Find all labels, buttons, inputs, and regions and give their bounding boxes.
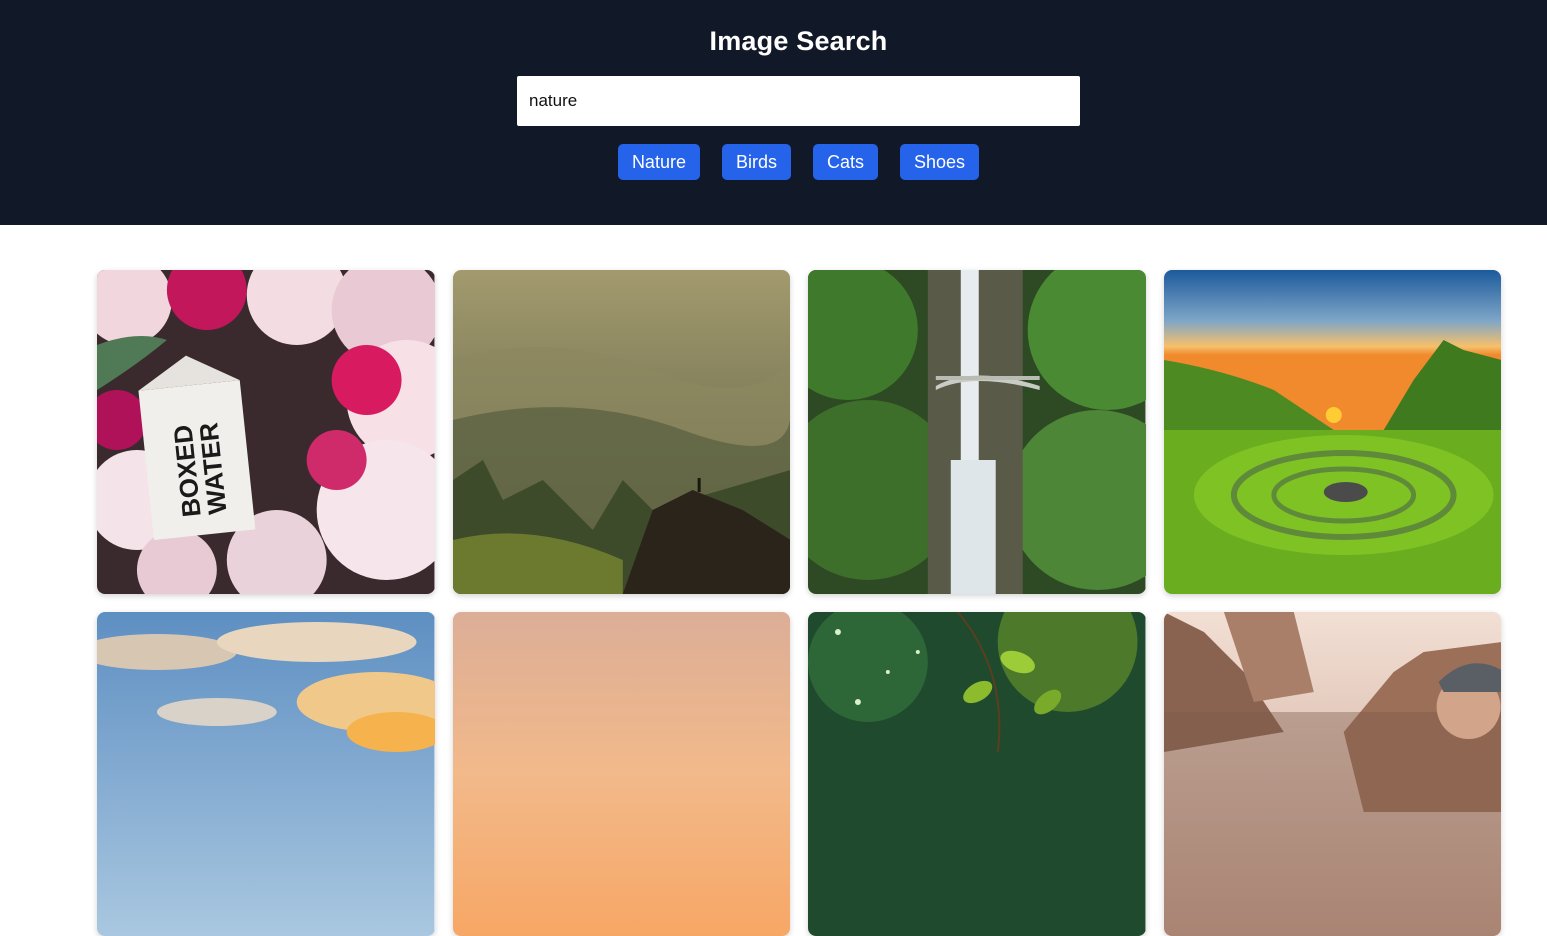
result-image-boxed-water[interactable]: BOXED WATER <box>97 270 435 594</box>
results-grid: BOXED WATER <box>97 270 1501 936</box>
result-image-peach-sky[interactable] <box>452 612 790 936</box>
chip-birds[interactable]: Birds <box>721 144 791 180</box>
page-title: Image Search <box>709 26 888 56</box>
result-image-cliffs-person[interactable] <box>1163 612 1501 936</box>
result-image-mountains[interactable] <box>452 270 790 594</box>
result-image-leaves[interactable] <box>808 612 1146 936</box>
search-input[interactable] <box>517 76 1080 126</box>
header: Image Search Nature Birds Cats Shoes <box>0 0 1547 225</box>
chip-nature[interactable]: Nature <box>617 144 700 180</box>
chip-shoes[interactable]: Shoes <box>900 144 980 180</box>
result-image-valley-sunset[interactable] <box>1163 270 1501 594</box>
result-image-clouds[interactable] <box>97 612 435 936</box>
chip-cats[interactable]: Cats <box>812 144 878 180</box>
category-chips: Nature Birds Cats Shoes <box>0 144 1547 180</box>
result-image-waterfall[interactable] <box>808 270 1146 594</box>
